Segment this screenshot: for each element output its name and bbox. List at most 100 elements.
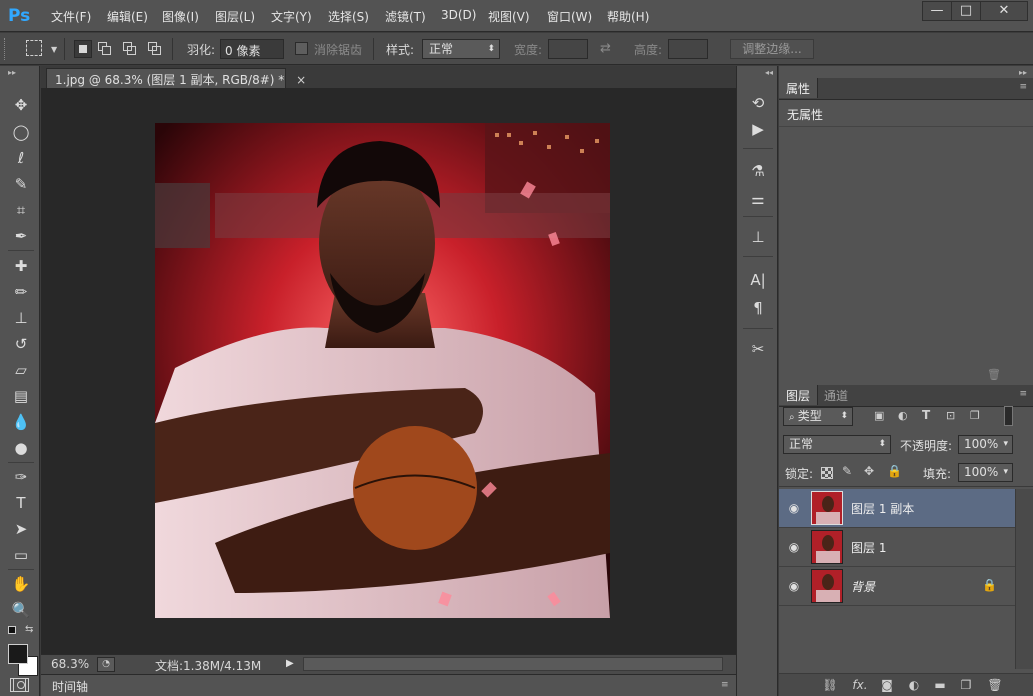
eyedropper-icon[interactable]: ✒: [10, 225, 32, 247]
collapse-icon[interactable]: ▸▸: [8, 68, 16, 77]
height-input[interactable]: [668, 39, 708, 59]
lock-image-pixels-icon[interactable]: ✎: [842, 464, 852, 478]
character-panel-icon[interactable]: A|: [747, 269, 769, 291]
collapse-icon[interactable]: ◂◂: [765, 68, 773, 77]
blur-tool-icon[interactable]: 💧: [10, 411, 32, 433]
menu-type[interactable]: 文字(Y): [271, 8, 312, 25]
zoom-level[interactable]: 68.3%: [51, 657, 89, 671]
blend-mode-select[interactable]: 正常 ⬍: [783, 435, 891, 454]
tab-layers[interactable]: 图层: [779, 385, 819, 405]
panel-menu-icon[interactable]: ≡: [721, 680, 729, 690]
adjustments-panel-icon[interactable]: ⚌: [747, 188, 769, 210]
close-button[interactable]: ✕: [980, 1, 1028, 21]
tab-channels[interactable]: 通道: [817, 385, 855, 405]
fill-input[interactable]: 100% ▾: [958, 463, 1013, 482]
visibility-eye-icon[interactable]: ◉: [787, 540, 801, 554]
hand-tool-icon[interactable]: ✋: [10, 573, 32, 595]
tools-panel-icon[interactable]: ✂: [747, 338, 769, 360]
lock-transparent-pixels-icon[interactable]: [821, 467, 833, 479]
doc-info-icon[interactable]: ◔: [97, 657, 115, 672]
move-tool-icon[interactable]: ✥: [10, 94, 32, 116]
status-menu-arrow-icon[interactable]: ▶: [286, 656, 300, 672]
swap-icon[interactable]: ⇄: [600, 41, 611, 56]
opacity-input[interactable]: 100% ▾: [958, 435, 1013, 454]
lock-position-icon[interactable]: ✥: [864, 464, 874, 478]
foreground-color-swatch[interactable]: [8, 644, 28, 664]
trash-icon[interactable]: 🗑: [987, 368, 1001, 381]
menu-file[interactable]: 文件(F): [51, 8, 91, 25]
new-group-icon[interactable]: ▬: [932, 677, 948, 693]
default-colors-icon[interactable]: [8, 626, 16, 634]
width-input[interactable]: [548, 39, 588, 59]
crop-tool-icon[interactable]: ⌗: [10, 199, 32, 221]
history-brush-icon[interactable]: ↺: [10, 333, 32, 355]
clone-source-icon[interactable]: ⊥: [747, 226, 769, 248]
type-filter-icon[interactable]: T: [922, 408, 936, 422]
new-layer-icon[interactable]: ❐: [958, 677, 974, 693]
layer-name[interactable]: 图层 1: [851, 539, 886, 556]
menu-window[interactable]: 窗口(W): [547, 8, 592, 25]
zoom-tool-icon[interactable]: 🔍: [10, 599, 32, 621]
minimize-button[interactable]: —: [922, 1, 952, 21]
lock-all-icon[interactable]: 🔒: [887, 464, 902, 478]
swap-colors-icon[interactable]: ⇆: [25, 624, 33, 635]
menu-view[interactable]: 视图(V): [488, 8, 530, 25]
subtract-from-selection-icon[interactable]: [121, 40, 139, 58]
canvas-image[interactable]: [155, 123, 610, 618]
menu-select[interactable]: 选择(S): [328, 8, 369, 25]
layer-name[interactable]: 背景: [851, 578, 875, 595]
rectangle-tool-icon[interactable]: ▭: [10, 544, 32, 566]
menu-help[interactable]: 帮助(H): [607, 8, 649, 25]
smart-object-filter-icon[interactable]: ❐: [970, 409, 984, 423]
healing-brush-icon[interactable]: ✚: [10, 255, 32, 277]
type-tool-icon[interactable]: T: [10, 492, 32, 514]
tool-presets-icon[interactable]: ⚗: [747, 160, 769, 182]
image-filter-icon[interactable]: ▣: [874, 409, 888, 423]
new-selection-icon[interactable]: [74, 40, 92, 58]
add-to-selection-icon[interactable]: [96, 40, 114, 58]
shape-filter-icon[interactable]: ⊡: [946, 409, 960, 423]
link-layers-icon[interactable]: ⛓: [822, 677, 838, 693]
antialias-checkbox[interactable]: [295, 42, 308, 55]
quick-selection-icon[interactable]: ✎: [10, 173, 32, 195]
lasso-tool-icon[interactable]: ℓ: [10, 147, 32, 169]
add-mask-icon[interactable]: ◙: [879, 677, 895, 693]
actions-panel-icon[interactable]: ▶: [747, 118, 769, 140]
adjustment-filter-icon[interactable]: ◐: [898, 409, 912, 423]
new-adjustment-layer-icon[interactable]: ◐: [906, 677, 922, 693]
eraser-tool-icon[interactable]: ▱: [10, 359, 32, 381]
filter-toggle[interactable]: [1004, 406, 1013, 426]
menu-image[interactable]: 图像(I): [162, 8, 199, 25]
paragraph-panel-icon[interactable]: ¶: [747, 297, 769, 319]
layer-name[interactable]: 图层 1 副本: [851, 500, 914, 517]
history-panel-icon[interactable]: ⟲: [747, 92, 769, 114]
document-tab[interactable]: 1.jpg @ 68.3% (图层 1 副本, RGB/8#) * ×: [46, 68, 306, 88]
layer-filter-select[interactable]: ⌕ 类型 ⬍: [783, 407, 853, 426]
maximize-button[interactable]: □: [951, 1, 981, 21]
layer-row[interactable]: ◉ 图层 1 副本: [779, 489, 1015, 528]
tab-properties[interactable]: 属性: [779, 78, 819, 98]
menu-edit[interactable]: 编辑(E): [107, 8, 148, 25]
horizontal-scrollbar[interactable]: [303, 657, 723, 671]
intersect-selection-icon[interactable]: [146, 40, 164, 58]
chevron-down-icon[interactable]: ▼: [51, 45, 57, 54]
elliptical-marquee-icon[interactable]: ◯: [10, 121, 32, 143]
delete-layer-icon[interactable]: 🗑: [987, 677, 1003, 693]
visibility-eye-icon[interactable]: ◉: [787, 501, 801, 515]
menu-filter[interactable]: 滤镜(T): [385, 8, 426, 25]
feather-input[interactable]: 0 像素: [220, 39, 284, 59]
path-selection-icon[interactable]: ➤: [10, 518, 32, 540]
pen-tool-icon[interactable]: ✑: [10, 466, 32, 488]
clone-stamp-icon[interactable]: ⊥: [10, 307, 32, 329]
tab-close-icon[interactable]: ×: [296, 73, 306, 87]
menu-layer[interactable]: 图层(L): [215, 8, 255, 25]
refine-edge-button[interactable]: 调整边缘...: [730, 39, 814, 59]
dodge-tool-icon[interactable]: ●: [10, 437, 32, 459]
brush-tool-icon[interactable]: ✏: [10, 281, 32, 303]
style-select[interactable]: 正常 ⬍: [422, 39, 500, 59]
visibility-eye-icon[interactable]: ◉: [787, 579, 801, 593]
layer-row[interactable]: ◉ 背景 🔒: [779, 567, 1015, 606]
marquee-tool-preset-icon[interactable]: [26, 40, 42, 56]
panel-menu-icon[interactable]: ≡: [1019, 82, 1027, 92]
layers-scrollbar[interactable]: [1015, 489, 1033, 669]
